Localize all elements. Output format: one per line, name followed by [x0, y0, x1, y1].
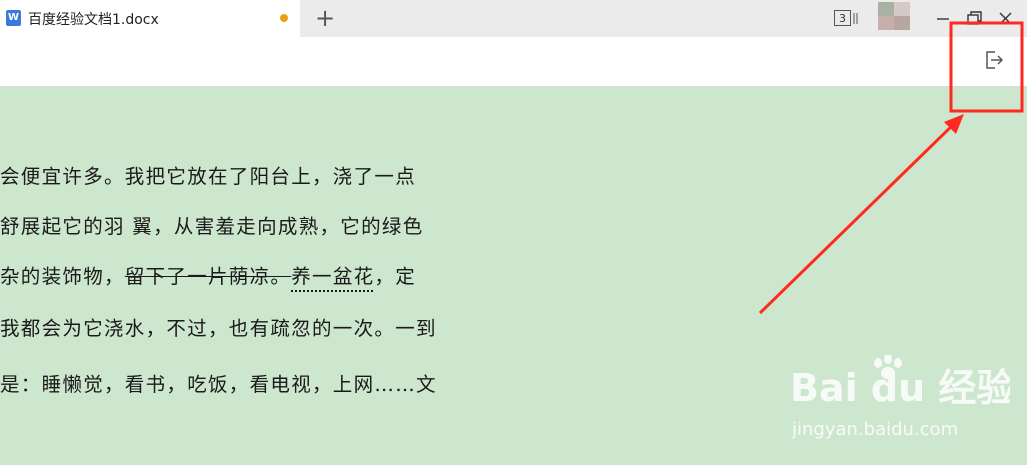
window-count: 3: [839, 12, 846, 25]
document-line: 杂的装饰物，留下了一片荫凉。养一盆花，定: [0, 260, 416, 289]
toolbar: [0, 37, 1027, 87]
tab-title: 百度经验文档1.docx: [28, 12, 159, 28]
document-tab[interactable]: W 百度经验文档1.docx: [0, 0, 300, 37]
line-text: 杂的装饰物，: [0, 265, 125, 288]
wps-writer-icon: W: [6, 10, 21, 26]
line-text: ，定: [374, 265, 417, 288]
emphasis-dot-text: 养一盆花: [291, 265, 375, 288]
new-tab-button[interactable]: +: [313, 5, 337, 31]
line-text: 会便宜许多。我把它放在了阳台上，浇了一点: [0, 165, 417, 188]
line-text: 舒展起它的羽 翼，从害羞走向成熟，它的绿色: [0, 215, 424, 238]
exit-icon[interactable]: [982, 48, 1006, 72]
watermark-brand: Bai du 经验: [790, 366, 1010, 410]
minimize-icon[interactable]: [932, 6, 954, 30]
document-line: 会便宜许多。我把它放在了阳台上，浇了一点: [0, 160, 416, 189]
document-line: 舒展起它的羽 翼，从害羞走向成熟，它的绿色: [0, 210, 424, 239]
watermark-url: jingyan.baidu.com: [791, 419, 958, 440]
line-text: 是：睡懒觉，看书，吃饭，看电视，上网……文: [0, 373, 437, 396]
title-bar: W 百度经验文档1.docx + 3: [0, 0, 1027, 37]
line-text: 我都会为它浇水，不过，也有疏忽的一次。一到: [0, 317, 437, 340]
user-avatar[interactable]: [878, 2, 910, 30]
restore-icon[interactable]: [964, 6, 986, 30]
unsaved-indicator: [280, 14, 288, 22]
baidu-jingyan-watermark: Bai du 经验 jingyan.baidu.com: [790, 355, 1010, 440]
document-line: 我都会为它浇水，不过，也有疏忽的一次。一到: [0, 312, 437, 341]
strikethrough-text: 留下了一片荫凉。: [124, 265, 292, 288]
close-icon[interactable]: [995, 6, 1017, 30]
document-line: 是：睡懒觉，看书，吃饭，看电视，上网……文: [0, 368, 437, 397]
window-switcher-button[interactable]: 3: [834, 10, 858, 26]
